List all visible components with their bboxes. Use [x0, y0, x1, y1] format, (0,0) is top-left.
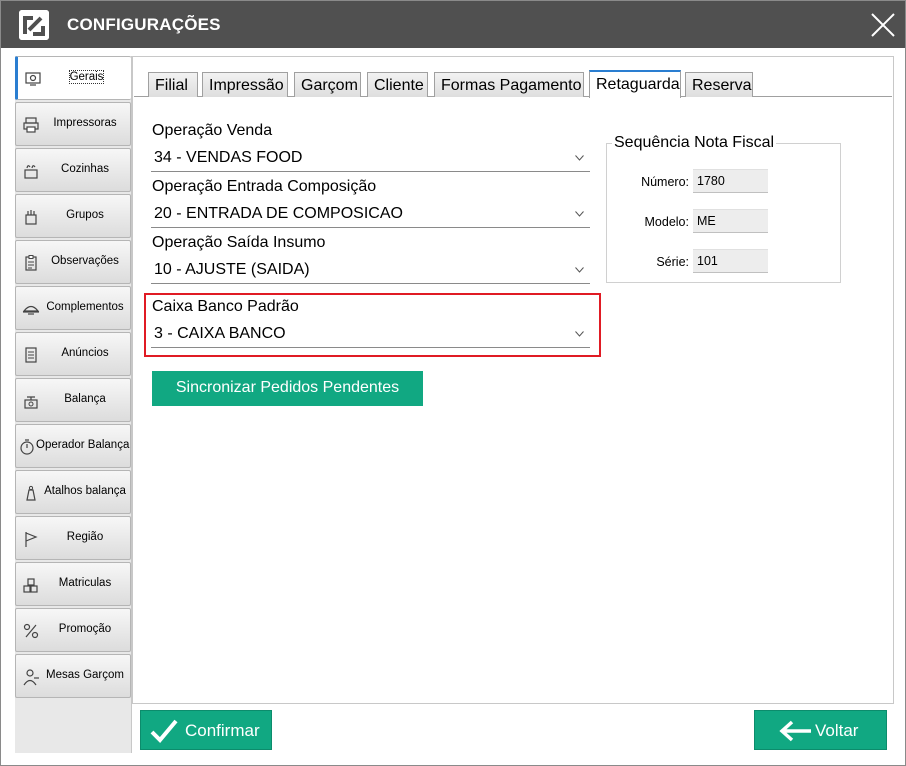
operacao-entrada-label: Operação Entrada Composição	[152, 178, 377, 195]
numero-field[interactable]: 1780	[693, 169, 768, 193]
caixa-banco-label: Caixa Banco Padrão	[152, 298, 299, 315]
sidebar-item-regiao[interactable]: Região	[15, 516, 131, 560]
operacao-entrada-select[interactable]: 20 - ENTRADA DE COMPOSICAO	[151, 202, 590, 228]
tab-strip: Filial Impressão Garçom Cliente Formas P…	[134, 70, 892, 98]
sidebar-item-label: Região	[66, 531, 104, 543]
sidebar-item-promocao[interactable]: Promoção	[15, 608, 131, 652]
promotion-icon	[23, 623, 39, 639]
modelo-field[interactable]: ME	[693, 209, 768, 233]
operacao-saida-value: 10 - AJUSTE (SAIDA)	[154, 261, 310, 278]
scale-weight-icon	[26, 485, 36, 501]
tab-impressao[interactable]: Impressão	[202, 72, 288, 97]
sync-pending-orders-button[interactable]: Sincronizar Pedidos Pendentes	[152, 371, 423, 406]
serie-label: Série:	[656, 255, 689, 269]
sidebar-item-atalhos-balanca[interactable]: Atalhos balança	[15, 470, 131, 514]
kitchen-icon	[24, 165, 38, 179]
sidebar-item-operador-balanca[interactable]: Operador Balança	[15, 424, 131, 468]
operacao-venda-label: Operação Venda	[152, 122, 273, 139]
confirm-label: Confirmar	[185, 721, 260, 740]
printer-icon	[23, 117, 39, 133]
sidebar-item-label: Complementos	[46, 301, 124, 313]
sidebar-item-observacoes[interactable]: Observações	[15, 240, 131, 284]
sidebar-item-label: Impressoras	[53, 117, 117, 129]
sidebar-item-grupos[interactable]: Grupos	[15, 194, 131, 238]
checkmark-icon	[150, 719, 178, 743]
boxes-icon	[23, 578, 38, 593]
settings-monitor-icon	[25, 72, 41, 86]
tab-reserva[interactable]: Reserva	[685, 72, 753, 97]
chevron-down-icon	[575, 155, 584, 161]
sidebar-item-balanca[interactable]: Balança	[15, 378, 131, 422]
sequencia-nota-fiscal-title: Sequência Nota Fiscal	[612, 134, 777, 152]
scale-icon	[24, 396, 38, 409]
sidebar-item-complementos[interactable]: Complementos	[15, 286, 131, 330]
operacao-venda-value: 34 - VENDAS FOOD	[154, 149, 303, 166]
chevron-down-icon	[575, 331, 584, 337]
arrow-left-icon	[779, 720, 811, 742]
scale-timer-icon	[20, 439, 34, 455]
groups-icon	[25, 210, 37, 225]
settings-window: CONFIGURAÇÕES Gerais Impressoras Cozinha…	[0, 0, 906, 766]
back-label: Voltar	[815, 721, 859, 740]
sidebar-item-label: Operador Balança	[36, 439, 130, 451]
numero-label: Número:	[641, 175, 689, 189]
sidebar-item-cozinhas[interactable]: Cozinhas	[15, 148, 131, 192]
operacao-saida-label: Operação Saída Insumo	[152, 234, 326, 251]
modelo-label: Modelo:	[644, 215, 689, 229]
sidebar-item-label: Matriculas	[58, 577, 112, 589]
caixa-banco-select[interactable]: 3 - CAIXA BANCO	[151, 322, 590, 348]
tab-formas-pagamento[interactable]: Formas Pagamento	[434, 72, 584, 97]
sidebar-item-label: Gerais	[68, 70, 105, 84]
sidebar-item-label: Atalhos balança	[44, 485, 126, 497]
document-icon	[25, 347, 37, 363]
sidebar-item-label: Grupos	[66, 209, 104, 221]
chevron-down-icon	[575, 211, 584, 217]
confirm-button[interactable]: Confirmar	[140, 710, 272, 750]
sidebar-item-label: Mesas Garçom	[46, 669, 124, 681]
tab-cliente[interactable]: Cliente	[367, 72, 428, 97]
waiter-icon	[23, 669, 39, 686]
caixa-banco-value: 3 - CAIXA BANCO	[154, 325, 286, 342]
sidebar-item-label: Anúncios	[61, 347, 109, 359]
sidebar-item-label: Promoção	[58, 623, 112, 635]
tab-garcom[interactable]: Garçom	[294, 72, 361, 97]
operacao-saida-select[interactable]: 10 - AJUSTE (SAIDA)	[151, 258, 590, 284]
sidebar: Gerais Impressoras Cozinhas Grupos Obser…	[15, 56, 132, 753]
window-title: CONFIGURAÇÕES	[67, 15, 221, 34]
clipboard-icon	[25, 255, 37, 271]
chevron-down-icon	[575, 267, 584, 273]
tab-retaguarda[interactable]: Retaguarda	[589, 70, 681, 98]
serie-field[interactable]: 101	[693, 249, 768, 273]
sidebar-item-label: Cozinhas	[61, 163, 109, 175]
sidebar-item-anuncios[interactable]: Anúncios	[15, 332, 131, 376]
operacao-venda-select[interactable]: 34 - VENDAS FOOD	[151, 146, 590, 172]
app-logo-icon	[19, 10, 49, 40]
sidebar-item-gerais[interactable]: Gerais	[15, 56, 131, 100]
title-bar: CONFIGURAÇÕES	[1, 1, 905, 48]
sidebar-item-impressoras[interactable]: Impressoras	[15, 102, 131, 146]
operacao-entrada-value: 20 - ENTRADA DE COMPOSICAO	[154, 205, 403, 222]
tab-filial[interactable]: Filial	[148, 72, 198, 97]
sidebar-item-label: Observações	[51, 255, 119, 267]
dish-icon	[22, 305, 40, 315]
sidebar-item-mesas-garcom[interactable]: Mesas Garçom	[15, 654, 131, 698]
back-button[interactable]: Voltar	[754, 710, 887, 750]
sidebar-item-label: Balança	[64, 393, 106, 405]
sidebar-item-matriculas[interactable]: Matriculas	[15, 562, 131, 606]
close-icon[interactable]	[867, 9, 899, 41]
flag-icon	[25, 532, 38, 547]
